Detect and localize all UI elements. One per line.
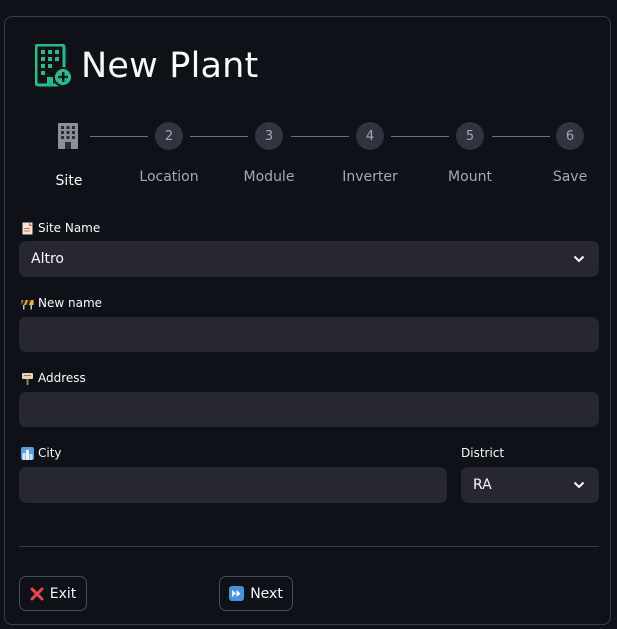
city-label: City [21,446,62,460]
step-location[interactable]: 2 [155,122,183,150]
next-button[interactable]: Next [219,576,293,611]
step-number: 6 [556,122,584,150]
signpost-icon [22,372,33,385]
step-save[interactable]: 6 [556,122,584,150]
step-mount[interactable]: 5 [456,122,484,150]
step-label-location: Location [139,169,199,185]
exit-button[interactable]: Exit [19,576,87,611]
page-icon [22,222,33,234]
step-connector [391,136,449,137]
step-label-inverter: Inverter [342,169,398,185]
step-label-site: Site [55,173,83,189]
building-icon [58,123,78,149]
step-connector [492,136,550,137]
construction-icon [21,299,34,309]
chevron-down-icon [573,255,585,263]
step-connector [190,136,248,137]
district-select[interactable]: RA [461,467,599,503]
step-connector [291,136,349,137]
step-number: 3 [255,122,283,150]
step-label-module: Module [243,169,295,185]
cityscape-icon [21,446,34,460]
step-label-mount: Mount [448,169,492,185]
chevron-down-icon [573,481,585,489]
site-name-label: Site Name [21,221,100,235]
district-label: District [461,446,505,460]
step-site[interactable] [55,122,83,150]
address-label: Address [21,371,86,385]
site-name-select[interactable]: Altro [19,241,599,277]
new-name-input[interactable] [19,317,599,352]
cross-mark-icon [30,587,44,600]
new-name-label: New name [21,296,102,310]
step-number: 5 [456,122,484,150]
step-label-save: Save [552,169,588,185]
divider [19,546,599,547]
building-add-icon [34,43,73,88]
step-connector [90,136,148,137]
step-inverter[interactable]: 4 [356,122,384,150]
city-input[interactable] [19,467,447,503]
step-module[interactable]: 3 [255,122,283,150]
title-row: New Plant [34,43,259,88]
fast-forward-icon [229,586,245,601]
step-number: 2 [155,122,183,150]
step-number: 4 [356,122,384,150]
address-input[interactable] [19,392,599,427]
page-title: New Plant [81,46,259,86]
